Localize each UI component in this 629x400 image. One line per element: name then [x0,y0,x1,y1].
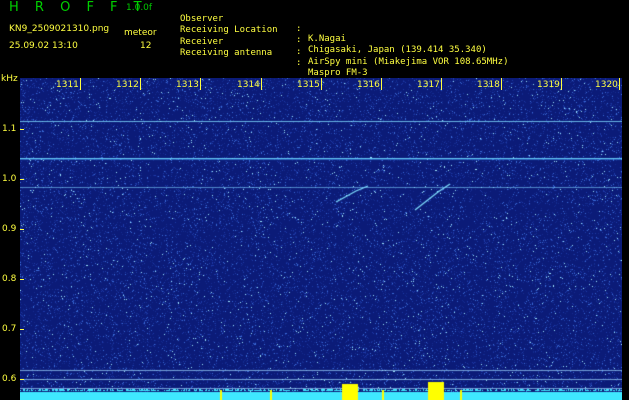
y-tick-label: 1.1 [2,124,17,134]
meta-row-location: Receiving Location : Chigasaki, Japan (1… [180,15,487,55]
y-tick-label: 0.8 [2,274,17,284]
meta-value: K.Nagai [308,34,346,44]
x-tick-label: 1311 [56,80,79,90]
y-tick-label: 0.7 [2,324,17,334]
x-tick-label: 1313 [176,80,199,90]
x-tick-label: 1320 [595,80,618,90]
x-tick [200,78,201,90]
meteor-label: meteor [124,28,157,38]
x-tick [321,78,322,90]
meta-colon: : [296,35,302,45]
unit-label: kHz [1,74,18,84]
x-tick [80,78,81,90]
x-tick-label: 1316 [357,80,380,90]
x-tick [441,78,442,90]
x-tick [501,78,502,90]
y-tick [20,229,24,230]
x-tick-label: 1314 [237,80,260,90]
version-label: 1.0.0f [126,3,153,13]
x-tick-label: 1319 [537,80,560,90]
x-tick [381,78,382,90]
x-tick-label: 1315 [297,80,320,90]
x-tick-label: 1312 [116,80,139,90]
meta-row-receiver: Receiver : AirSpy mini (Miakejima VOR 10… [180,27,508,67]
datetime-label: 25.09.02 13:10 [9,41,78,51]
meta-colon: : [296,24,302,34]
x-tick [261,78,262,90]
y-tick [20,279,24,280]
header-panel: H R O F F T 1.0.0f KN9_2509021310.png 25… [0,0,629,78]
meta-colon: : [296,47,302,57]
y-tick [20,179,24,180]
y-tick [20,379,24,380]
x-tick-label: 1317 [417,80,440,90]
filename-label: KN9_2509021310.png [9,24,110,34]
y-tick [20,329,24,330]
meta-row-antenna: Receiving antenna : Maspro FM-3 [180,38,368,78]
x-tick [140,78,141,90]
meta-label: Receiving antenna [180,48,273,58]
y-tick-label: 0.9 [2,224,17,234]
y-tick [20,129,24,130]
meta-colon: : [296,58,302,68]
y-tick-label: 1.0 [2,174,17,184]
meta-row-observer: Observer : K.Nagai [180,4,346,44]
spectrogram-plot [20,78,622,400]
x-tick [619,78,620,90]
x-tick [561,78,562,90]
spectrogram-canvas [20,78,622,400]
meta-value: Chigasaki, Japan (139.414 35.340) [308,45,487,55]
meteor-count: 12 [140,41,152,51]
meta-value: AirSpy mini (Miakejima VOR 108.65MHz) [308,57,509,67]
x-tick-label: 1318 [477,80,500,90]
meta-value: Maspro FM-3 [308,68,368,78]
y-tick-label: 0.6 [2,374,17,384]
